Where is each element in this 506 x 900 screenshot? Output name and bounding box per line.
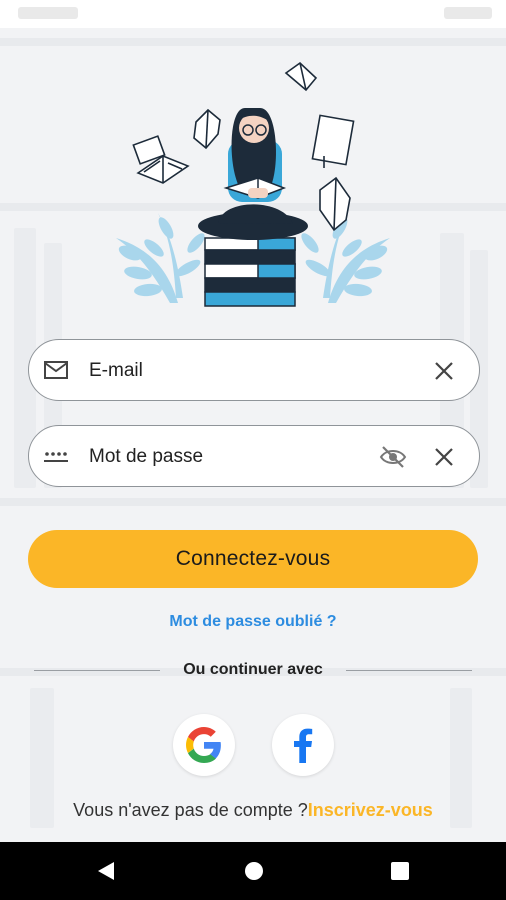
triangle-back-icon[interactable] xyxy=(94,859,118,883)
facebook-login-button[interactable] xyxy=(272,714,334,776)
status-icons xyxy=(444,7,492,19)
background-shelf xyxy=(0,38,506,46)
reading-illustration xyxy=(116,61,390,307)
password-dots-icon xyxy=(44,452,68,462)
forgot-password-link[interactable]: Mot de passe oublié ? xyxy=(0,613,506,631)
leaves-right xyxy=(301,213,390,303)
email-input[interactable]: E-mail xyxy=(89,360,143,382)
facebook-icon xyxy=(294,728,313,763)
status-bar xyxy=(0,0,506,28)
status-time xyxy=(18,7,78,19)
book-stack xyxy=(204,237,296,307)
google-login-button[interactable] xyxy=(173,714,235,776)
signup-prompt: Vous n'avez pas de compte ?Inscrivez-vou… xyxy=(0,800,506,821)
password-input[interactable]: Mot de passe xyxy=(89,446,203,468)
mail-icon xyxy=(44,361,68,379)
login-screen: E-mail Mot de passe Connectez-vous Mot d… xyxy=(0,28,506,842)
email-field[interactable]: E-mail xyxy=(28,339,480,401)
square-recent-icon[interactable] xyxy=(388,859,412,883)
login-button[interactable]: Connectez-vous xyxy=(28,530,478,588)
close-icon[interactable] xyxy=(433,360,455,382)
signup-link[interactable]: Inscrivez-vous xyxy=(308,800,433,820)
navigation-bar xyxy=(0,842,506,900)
signup-prompt-text: Vous n'avez pas de compte ? xyxy=(73,800,308,820)
divider-right xyxy=(346,670,472,671)
close-icon[interactable] xyxy=(433,446,455,468)
eye-off-icon[interactable] xyxy=(379,444,407,470)
background-shelf xyxy=(0,498,506,506)
google-icon xyxy=(186,727,221,763)
password-field[interactable]: Mot de passe xyxy=(28,425,480,487)
leaves-left xyxy=(116,213,205,303)
circle-home-icon[interactable] xyxy=(242,859,266,883)
